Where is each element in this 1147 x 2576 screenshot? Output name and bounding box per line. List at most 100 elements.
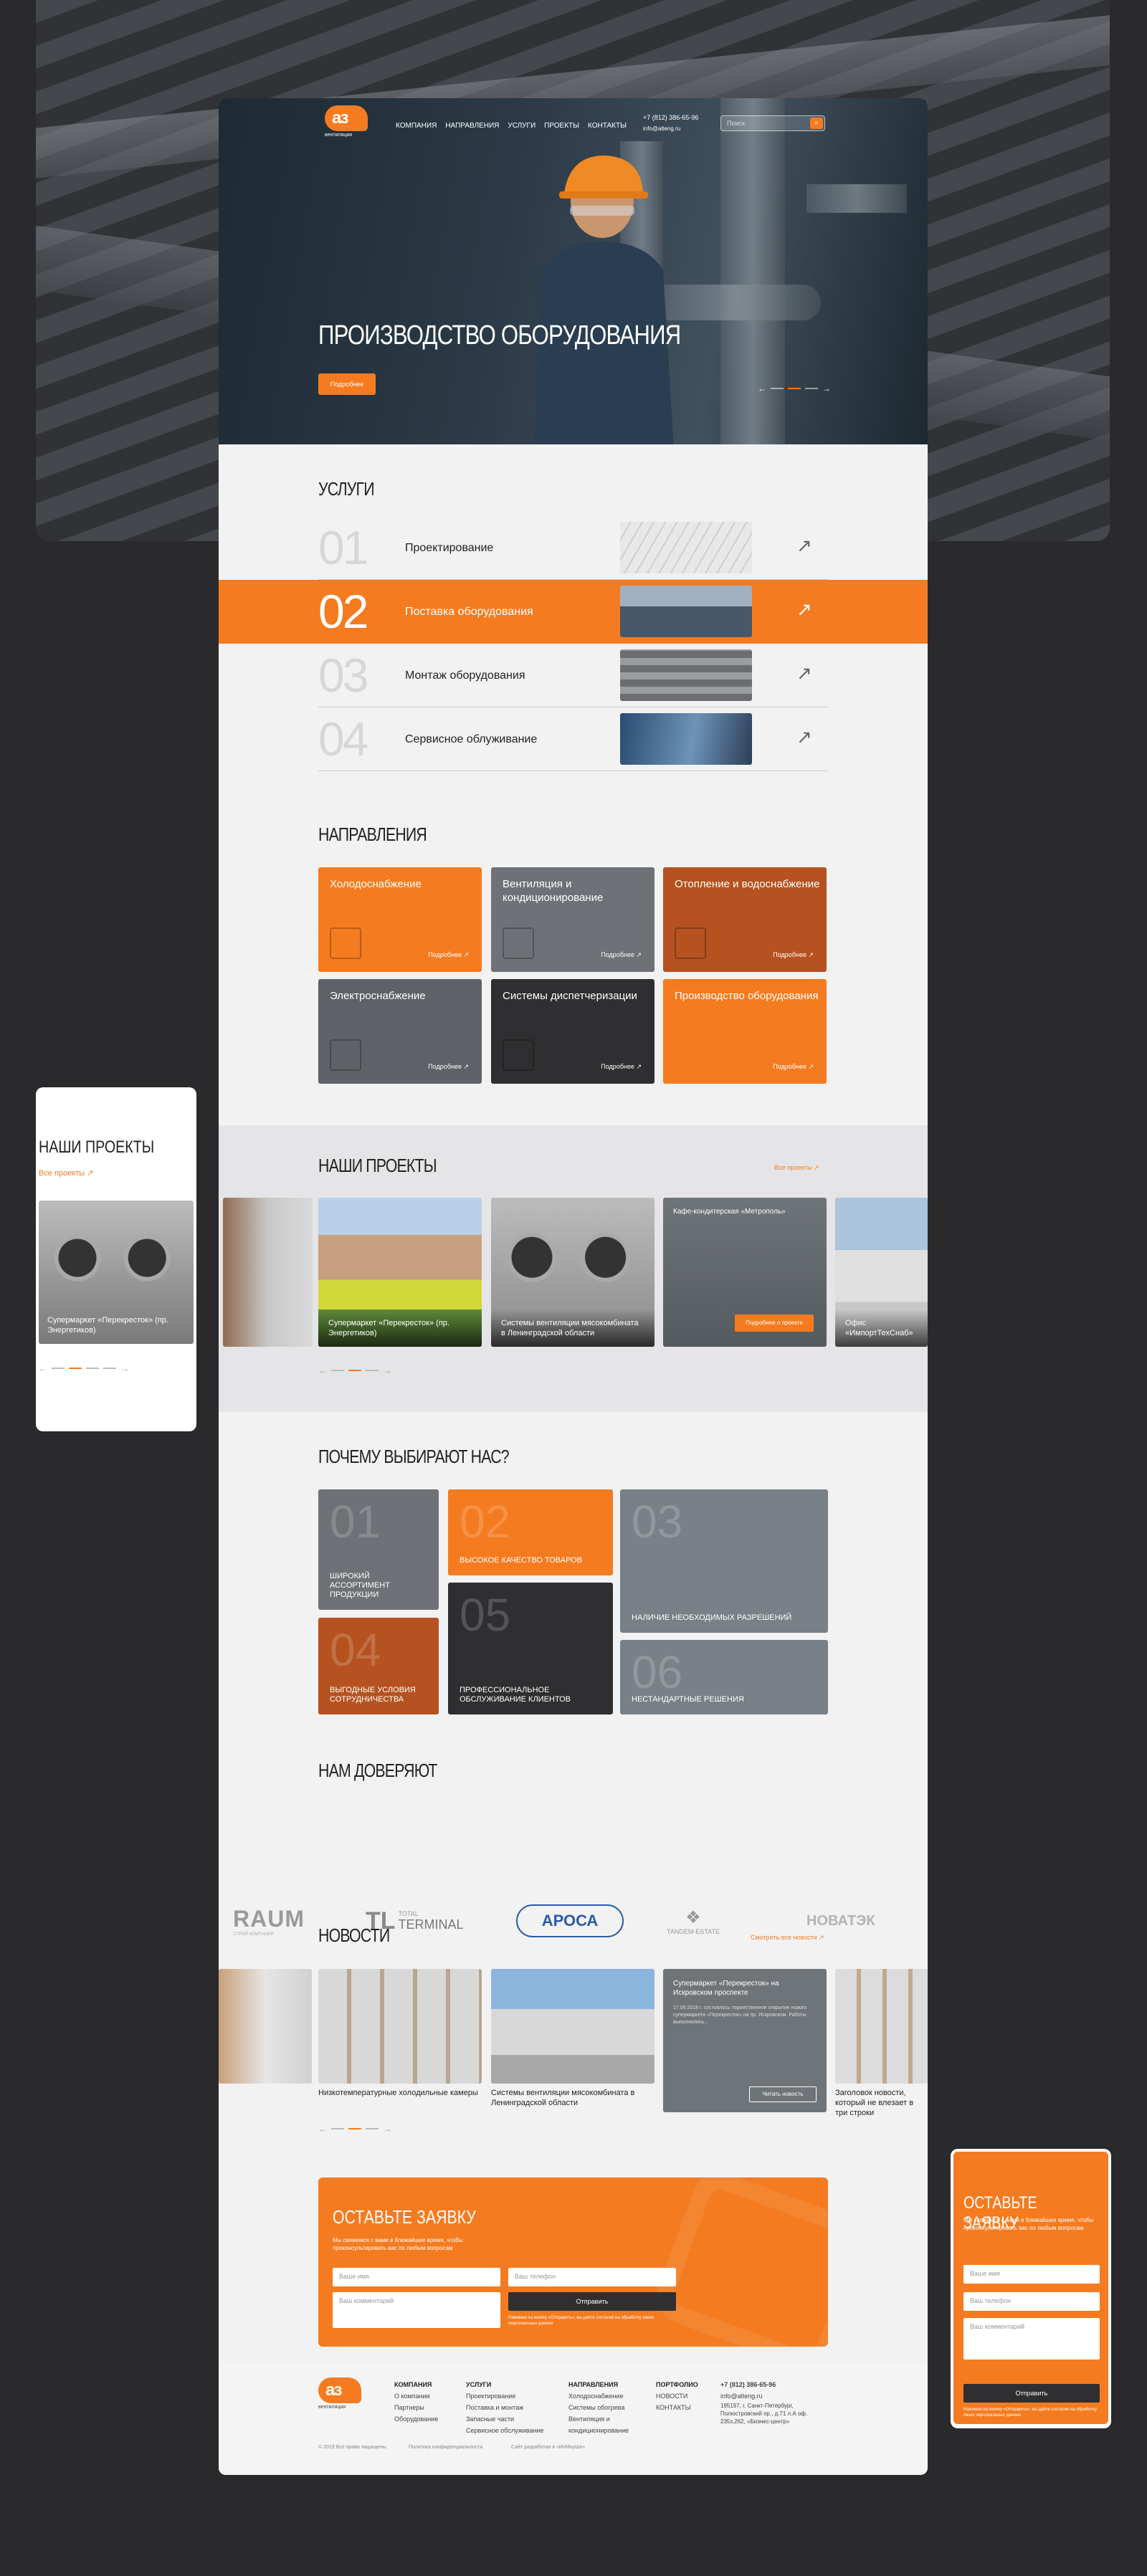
news-slider-nav: ← → xyxy=(318,2124,391,2134)
service-image xyxy=(620,713,752,765)
phone-field[interactable]: Ваш телефон xyxy=(508,2268,676,2286)
news-card-active[interactable]: Супермаркет «Перекресток» на Искровском … xyxy=(663,1969,827,2112)
mobile-slider-nav: ← → xyxy=(39,1363,129,1373)
service-row[interactable]: 04 Сервисное облуживание ↗ xyxy=(219,707,928,771)
direction-card-ventilation[interactable]: Вентиляция и кондиционирование Подробнее… xyxy=(491,867,655,972)
why-card: 01 ШИРОКИЙ АССОРТИМЕНТ ПРОДУКЦИИ xyxy=(318,1489,439,1610)
mobile-comment-field[interactable]: Ваш комментарий xyxy=(963,2318,1100,2360)
footer-email[interactable]: info@alteng.ru xyxy=(720,2390,828,2402)
trust-title: НАМ ДОВЕРЯЮТ xyxy=(318,1760,437,1781)
prev-arrow-icon[interactable]: ← xyxy=(318,1365,327,1375)
projects-slider-nav: ← → xyxy=(318,1365,391,1375)
directions-title: НАПРАВЛЕНИЯ xyxy=(318,824,427,845)
name-field[interactable]: Ваше имя xyxy=(333,2268,500,2286)
arrow-icon[interactable]: ↗ xyxy=(796,598,812,621)
search-input[interactable]: Поиск ⌕ xyxy=(720,115,825,131)
projects-title: НАШИ ПРОЕКТЫ xyxy=(318,1155,437,1176)
footer-phone[interactable]: +7 (812) 386-65-96 xyxy=(720,2379,828,2390)
comment-field[interactable]: Ваш комментарий xyxy=(333,2292,500,2328)
next-arrow-icon[interactable]: → xyxy=(822,383,831,393)
news-card[interactable]: Системы вентиляции мясокомбината в Ленин… xyxy=(491,1969,655,2107)
service-row[interactable]: 01 Проектирование ↗ xyxy=(219,516,928,580)
service-row-active[interactable]: 02 Поставка оборудования ↗ xyxy=(219,580,928,644)
landing-page: аз вентиляция КОМПАНИЯ НАПРАВЛЕНИЯ УСЛУГ… xyxy=(219,98,928,2475)
news-card[interactable]: Низкотемпературные холодильные камеры xyxy=(318,1969,482,2102)
service-image xyxy=(620,522,752,573)
submit-button[interactable]: Отправить xyxy=(508,2292,676,2311)
logo[interactable]: аз вентиляция xyxy=(325,105,368,140)
project-card[interactable]: Системы вентиляции мясокомбината в Ленин… xyxy=(491,1198,655,1347)
why-card: 06 НЕСТАНДАРТНЫЕ РЕШЕНИЯ xyxy=(620,1640,828,1714)
next-arrow-icon[interactable]: → xyxy=(383,1365,391,1375)
faucet-icon xyxy=(675,927,706,959)
snowflake-icon xyxy=(330,927,361,959)
nav-contacts[interactable]: КОНТАКТЫ xyxy=(588,122,627,130)
arrow-icon[interactable]: ↗ xyxy=(796,535,812,557)
request-form: ОСТАВЬТЕ ЗАЯВКУ Мы свяжемся с вами в бли… xyxy=(318,2177,828,2347)
why-title: ПОЧЕМУ ВЫБИРАЮТ НАС? xyxy=(318,1446,510,1467)
mobile-submit-button[interactable]: Отправить xyxy=(963,2384,1100,2403)
header-phone[interactable]: +7 (812) 386-65-96 xyxy=(643,114,698,121)
mobile-form-preview: ОСТАВЬТЕ ЗАЯВКУ Мы свяжемся с вами в бли… xyxy=(951,2149,1111,2428)
project-card[interactable] xyxy=(223,1198,313,1347)
read-news-button[interactable]: Читать новость xyxy=(749,2086,817,2102)
mobile-name-field[interactable]: Ваше имя xyxy=(963,2265,1100,2284)
direction-card-power[interactable]: Электроснабжение Подробнее ↗ xyxy=(318,979,482,1084)
form-text: Мы свяжемся с вами в ближайшее время, чт… xyxy=(333,2237,463,2251)
mobile-all-projects-link[interactable]: Все проекты ↗ xyxy=(39,1168,93,1178)
footer-col: НАПРАВЛЕНИЯ Холодоснабжение Системы обог… xyxy=(568,2381,629,2434)
why-card: 04 ВЫГОДНЫЕ УСЛОВИЯ СОТРУДНИЧЕСТВА xyxy=(318,1618,439,1714)
slider-dot[interactable] xyxy=(771,388,784,389)
why-card: 05 ПРОФЕССИОНАЛЬНОЕ ОБСЛУЖИВАНИЕ КЛИЕНТОВ xyxy=(448,1583,613,1714)
dev-link[interactable]: Сайт разработан в «ИнМоуШн» xyxy=(511,2445,585,2450)
footer-col: КОМПАНИЯ О компании Партнеры Оборудовани… xyxy=(394,2381,439,2423)
direction-card-heating[interactable]: Отопление и водоснабжение Подробнее ↗ xyxy=(663,867,827,972)
why-card: 03 НАЛИЧИЕ НЕОБХОДИМЫХ РАЗРЕШЕНИЙ xyxy=(620,1489,828,1633)
hero-slider-nav: ← → xyxy=(758,383,831,393)
form-title: ОСТАВЬТЕ ЗАЯВКУ xyxy=(333,2206,476,2228)
next-arrow-icon[interactable]: → xyxy=(383,2124,391,2134)
service-row[interactable]: 03 Монтаж оборудования ↗ xyxy=(219,644,928,707)
news-card[interactable]: Заголовок новости, который не влезает в … xyxy=(835,1969,928,2117)
arrow-icon[interactable]: ↗ xyxy=(796,726,812,748)
direction-card-manufacturing[interactable]: Производство оборудования Подробнее ↗ xyxy=(663,979,827,1084)
all-projects-link[interactable]: Все проекты ↗ xyxy=(774,1164,819,1172)
footer-col: УСЛУГИ Проектирование Поставка и монтаж … xyxy=(466,2381,544,2434)
arrow-icon[interactable]: ↗ xyxy=(796,662,812,684)
footer-address: 195197, г. Санкт-Петербург, Полюстровски… xyxy=(720,2403,808,2425)
project-card[interactable]: Офис «ИмпортТехСнаб» xyxy=(835,1198,928,1347)
service-image xyxy=(620,649,752,701)
project-more-button[interactable]: Подробнее о проекте xyxy=(735,1315,814,1332)
mobile-phone-field[interactable]: Ваш телефон xyxy=(963,2292,1100,2311)
hero-title: ПРОИЗВОДСТВО ОБОРУДОВАНИЯ xyxy=(318,320,681,350)
mobile-projects-preview: НАШИ ПРОЕКТЫ Все проекты ↗ Супермаркет «… xyxy=(36,1087,196,1431)
footer-logo[interactable]: аз вентиляция xyxy=(318,2377,361,2412)
header-email[interactable]: info@alteng.ru xyxy=(643,125,680,132)
nav-services[interactable]: УСЛУГИ xyxy=(508,122,536,130)
gear-icon xyxy=(503,1039,534,1071)
nav-directions[interactable]: НАПРАВЛЕНИЯ xyxy=(445,122,499,130)
slider-dot-active[interactable] xyxy=(788,388,801,389)
prev-arrow-icon[interactable]: ← xyxy=(758,383,766,393)
worker-image xyxy=(534,156,674,444)
why-card: 02 ВЫСОКОЕ КАЧЕСТВО ТОВАРОВ xyxy=(448,1489,613,1575)
lightning-icon xyxy=(330,1039,361,1071)
direction-card-dispatch[interactable]: Системы диспетчеризации Подробнее ↗ xyxy=(491,979,655,1084)
brand-logo-tandem: ❖ TANDEM-ESTATE xyxy=(667,1907,720,1935)
hero-more-button[interactable]: Подробнее xyxy=(318,373,376,395)
all-news-link[interactable]: Смотреть все новости ↗ xyxy=(751,1934,824,1942)
mobile-project-card[interactable]: Супермаркет «Перекресток» (пр. Энергетик… xyxy=(39,1201,194,1344)
nav-company[interactable]: КОМПАНИЯ xyxy=(396,122,437,130)
policy-link[interactable]: Политика конфиденциальности xyxy=(409,2445,482,2450)
nav-projects[interactable]: ПРОЕКТЫ xyxy=(544,122,579,130)
search-icon[interactable]: ⌕ xyxy=(810,118,823,129)
project-card-active[interactable]: Кафе-кондитерская «Метрополь» Подробнее … xyxy=(663,1198,827,1347)
news-card[interactable] xyxy=(219,1969,312,2102)
brand-logo-arosa: АРОСА xyxy=(516,1899,624,1942)
prev-arrow-icon[interactable]: ← xyxy=(318,2124,327,2134)
direction-card-cooling[interactable]: Холодоснабжение Подробнее ↗ xyxy=(318,867,482,972)
slider-dot[interactable] xyxy=(805,388,818,389)
news-title: НОВОСТИ xyxy=(318,1924,390,1946)
project-card[interactable]: Супермаркет «Перекресток» (пр. Энергетик… xyxy=(318,1198,482,1347)
brand-logo-raum: RAUM СТРОЙ КОМПАНИЯ xyxy=(233,1905,305,1937)
